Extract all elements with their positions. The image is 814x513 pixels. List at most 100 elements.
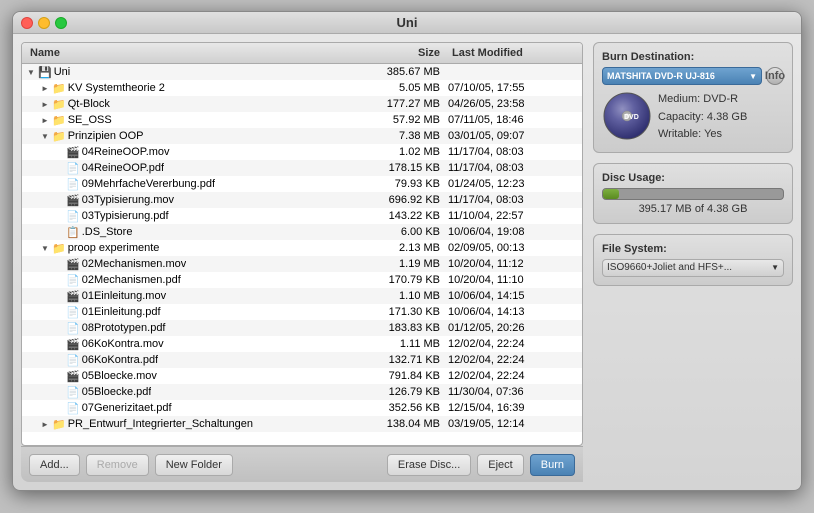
table-row[interactable]: 📄 04ReineOOP.pdf 178.15 KB11/17/04, 08:0… xyxy=(22,160,582,176)
drive-row: MATSHITA DVD-R UJ-816 ▼ Info xyxy=(602,67,784,85)
table-row[interactable]: 📄 05Bloecke.pdf 126.79 KB11/30/04, 07:36 xyxy=(22,384,582,400)
file-type-icon: 📄 xyxy=(66,354,80,367)
file-type-icon: 📄 xyxy=(66,306,80,319)
file-size-cell: 132.71 KB xyxy=(358,354,448,366)
capacity-label: Capacity: xyxy=(658,111,704,123)
file-size-cell: 177.27 MB xyxy=(358,98,448,110)
expand-arrow-icon: ► xyxy=(40,100,50,109)
file-name-label: 01Einleitung.pdf xyxy=(82,306,161,318)
file-name-cell: ► 📁 PR_Entwurf_Integrierter_Schaltungen xyxy=(26,418,358,431)
remove-button[interactable]: Remove xyxy=(86,454,149,476)
file-name-label: 06KoKontra.mov xyxy=(82,338,164,350)
progress-bar-fill xyxy=(603,189,619,199)
file-modified-cell: 11/17/04, 08:03 xyxy=(448,162,578,174)
writable-value: Yes xyxy=(704,128,722,140)
file-list-header: Name Size Last Modified xyxy=(22,43,582,64)
traffic-lights xyxy=(21,17,67,29)
eject-button[interactable]: Eject xyxy=(477,454,523,476)
table-row[interactable]: ▼ 📁 Prinzipien OOP 7.38 MB03/01/05, 09:0… xyxy=(22,128,582,144)
svg-text:DVD: DVD xyxy=(624,114,639,121)
file-type-icon: 📋 xyxy=(66,226,80,239)
table-row[interactable]: 📄 06KoKontra.pdf 132.71 KB12/02/04, 22:2… xyxy=(22,352,582,368)
file-size-cell: 1.11 MB xyxy=(358,338,448,350)
file-type-icon: 📄 xyxy=(66,322,80,335)
file-name-cell: 🎬 04ReineOOP.mov xyxy=(26,146,358,159)
table-row[interactable]: 📄 02Mechanismen.pdf 170.79 KB10/20/04, 1… xyxy=(22,272,582,288)
file-size-cell: 352.56 KB xyxy=(358,402,448,414)
table-row[interactable]: ► 📁 KV Systemtheorie 2 5.05 MB07/10/05, … xyxy=(22,80,582,96)
table-row[interactable]: 📄 01Einleitung.pdf 171.30 KB10/06/04, 14… xyxy=(22,304,582,320)
info-button[interactable]: Info xyxy=(766,67,784,85)
expand-arrow-icon xyxy=(54,404,64,413)
table-row[interactable]: 🎬 05Bloecke.mov 791.84 KB12/02/04, 22:24 xyxy=(22,368,582,384)
table-row[interactable]: 🎬 04ReineOOP.mov 1.02 MB11/17/04, 08:03 xyxy=(22,144,582,160)
table-row[interactable]: 📋 .DS_Store 6.00 KB10/06/04, 19:08 xyxy=(22,224,582,240)
window-title: Uni xyxy=(397,15,418,30)
file-type-icon: 🎬 xyxy=(66,146,80,159)
drive-name: MATSHITA DVD-R UJ-816 xyxy=(607,71,715,81)
expand-arrow-icon xyxy=(54,388,64,397)
file-system-section: File System: ISO9660+Joliet and HFS+... … xyxy=(593,234,793,286)
expand-arrow-icon xyxy=(54,212,64,221)
table-row[interactable]: 🎬 03Typisierung.mov 696.92 KB11/17/04, 0… xyxy=(22,192,582,208)
table-row[interactable]: 📄 03Typisierung.pdf 143.22 KB11/10/04, 2… xyxy=(22,208,582,224)
file-size-cell: 79.93 KB xyxy=(358,178,448,190)
file-name-cell: 📄 04ReineOOP.pdf xyxy=(26,162,358,175)
writable-label: Writable: xyxy=(658,128,701,140)
file-modified-cell: 07/10/05, 17:55 xyxy=(448,82,578,94)
file-type-icon: 🎬 xyxy=(66,370,80,383)
file-name-cell: 🎬 03Typisierung.mov xyxy=(26,194,358,207)
file-modified-cell: 10/06/04, 19:08 xyxy=(448,226,578,238)
new-folder-button[interactable]: New Folder xyxy=(155,454,233,476)
disc-usage-label: Disc Usage: xyxy=(602,172,784,184)
burn-button[interactable]: Burn xyxy=(530,454,575,476)
dvd-area: DVD Medium: DVD-R Capacity: 4.38 GB Writ… xyxy=(602,91,784,144)
file-modified-cell: 10/20/04, 11:12 xyxy=(448,258,578,270)
file-name-label: Prinzipien OOP xyxy=(68,130,144,142)
progress-bar-container xyxy=(602,188,784,200)
expand-arrow-icon: ▼ xyxy=(40,132,50,141)
expand-arrow-icon: ► xyxy=(40,420,50,429)
file-size-cell: 6.00 KB xyxy=(358,226,448,238)
file-name-cell: 📄 03Typisierung.pdf xyxy=(26,210,358,223)
add-button[interactable]: Add... xyxy=(29,454,80,476)
table-row[interactable]: 📄 07Generizitaet.pdf 352.56 KB12/15/04, … xyxy=(22,400,582,416)
file-size-cell: 126.79 KB xyxy=(358,386,448,398)
table-row[interactable]: 📄 09MehrfacheVererbung.pdf 79.93 KB01/24… xyxy=(22,176,582,192)
file-name-label: 04ReineOOP.pdf xyxy=(82,162,164,174)
minimize-button[interactable] xyxy=(38,17,50,29)
file-modified-cell: 03/01/05, 09:07 xyxy=(448,130,578,142)
drive-dropdown[interactable]: MATSHITA DVD-R UJ-816 ▼ xyxy=(602,67,762,85)
file-size-cell: 696.92 KB xyxy=(358,194,448,206)
file-type-icon: 📁 xyxy=(52,82,66,95)
close-button[interactable] xyxy=(21,17,33,29)
table-row[interactable]: ► 📁 PR_Entwurf_Integrierter_Schaltungen … xyxy=(22,416,582,432)
expand-arrow-icon xyxy=(54,260,64,269)
file-type-icon: 📄 xyxy=(66,178,80,191)
maximize-button[interactable] xyxy=(55,17,67,29)
table-row[interactable]: 🎬 06KoKontra.mov 1.11 MB12/02/04, 22:24 xyxy=(22,336,582,352)
file-size-cell: 385.67 MB xyxy=(358,66,448,78)
medium-label: Medium: xyxy=(658,93,700,105)
table-row[interactable]: ▼ 📁 proop experimente 2.13 MB02/09/05, 0… xyxy=(22,240,582,256)
table-row[interactable]: ▼ 💾 Uni 385.67 MB xyxy=(22,64,582,80)
expand-arrow-icon xyxy=(54,180,64,189)
erase-disc-button[interactable]: Erase Disc... xyxy=(387,454,471,476)
table-row[interactable]: 📄 08Prototypen.pdf 183.83 KB01/12/05, 20… xyxy=(22,320,582,336)
table-row[interactable]: ► 📁 SE_OSS 57.92 MB07/11/05, 18:46 xyxy=(22,112,582,128)
file-name-label: Uni xyxy=(54,66,71,78)
table-row[interactable]: 🎬 01Einleitung.mov 1.10 MB10/06/04, 14:1… xyxy=(22,288,582,304)
file-system-dropdown[interactable]: ISO9660+Joliet and HFS+... ▼ xyxy=(602,259,784,277)
fs-dropdown-arrow-icon: ▼ xyxy=(771,263,779,272)
file-name-cell: 📄 06KoKontra.pdf xyxy=(26,354,358,367)
file-list-container: Name Size Last Modified ▼ 💾 Uni 385.67 M… xyxy=(21,42,583,446)
file-name-label: 06KoKontra.pdf xyxy=(82,354,158,366)
file-modified-cell: 12/02/04, 22:24 xyxy=(448,338,578,350)
file-name-cell: 📄 02Mechanismen.pdf xyxy=(26,274,358,287)
file-name-cell: 🎬 02Mechanismen.mov xyxy=(26,258,358,271)
file-name-cell: 📄 01Einleitung.pdf xyxy=(26,306,358,319)
table-row[interactable]: ► 📁 Qt-Block 177.27 MB04/26/05, 23:58 xyxy=(22,96,582,112)
expand-arrow-icon: ▼ xyxy=(26,68,36,77)
table-row[interactable]: 🎬 02Mechanismen.mov 1.19 MB10/20/04, 11:… xyxy=(22,256,582,272)
file-list-body[interactable]: ▼ 💾 Uni 385.67 MB ► 📁 KV Systemtheorie 2… xyxy=(22,64,582,445)
